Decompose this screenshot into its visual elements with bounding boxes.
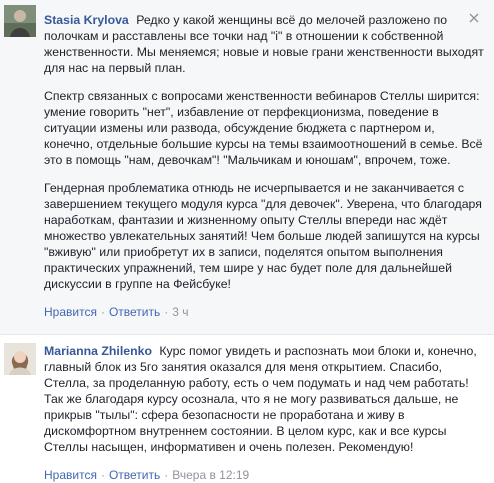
reply-link[interactable]: Ответить xyxy=(109,468,160,482)
separator: · xyxy=(164,305,169,319)
separator: · xyxy=(164,468,169,482)
comment-text: Курс помог увидеть и распознать мои блок… xyxy=(44,344,477,454)
like-link[interactable]: Нравится xyxy=(44,305,97,319)
comment-body: Marianna Zhilenko Курс помог увидеть и р… xyxy=(44,343,484,483)
author-name[interactable]: Marianna Zhilenko xyxy=(44,344,152,358)
avatar[interactable] xyxy=(4,343,36,375)
comment-actions: Нравится · Ответить · Вчера в 12:19 xyxy=(44,467,484,483)
like-link[interactable]: Нравится xyxy=(44,468,97,482)
comment-paragraph: Marianna Zhilenko Курс помог увидеть и р… xyxy=(44,343,484,455)
separator: · xyxy=(100,305,105,319)
comment-paragraph: Спектр связанных с вопросами женственнос… xyxy=(44,89,483,167)
comment-marianna-zhilenko: Marianna Zhilenko Курс помог увидеть и р… xyxy=(0,334,494,482)
timestamp[interactable]: 3 ч xyxy=(172,305,188,319)
reply-link[interactable]: Ответить xyxy=(109,305,160,319)
avatar[interactable] xyxy=(4,5,36,37)
comment-paragraph: Гендерная проблематика отнюдь не исчерпы… xyxy=(44,181,482,291)
comment-paragraph: Stasia Krylova Редко у какой женщины всё… xyxy=(44,12,484,76)
timestamp[interactable]: Вчера в 12:19 xyxy=(172,468,249,482)
comment-body: Stasia Krylova Редко у какой женщины всё… xyxy=(44,12,484,320)
separator: · xyxy=(100,468,105,482)
author-name[interactable]: Stasia Krylova xyxy=(44,13,129,27)
comment-actions: Нравится · Ответить · 3 ч xyxy=(44,304,484,320)
comment-stasia-krylova: Stasia Krylova Редко у какой женщины всё… xyxy=(0,0,494,334)
